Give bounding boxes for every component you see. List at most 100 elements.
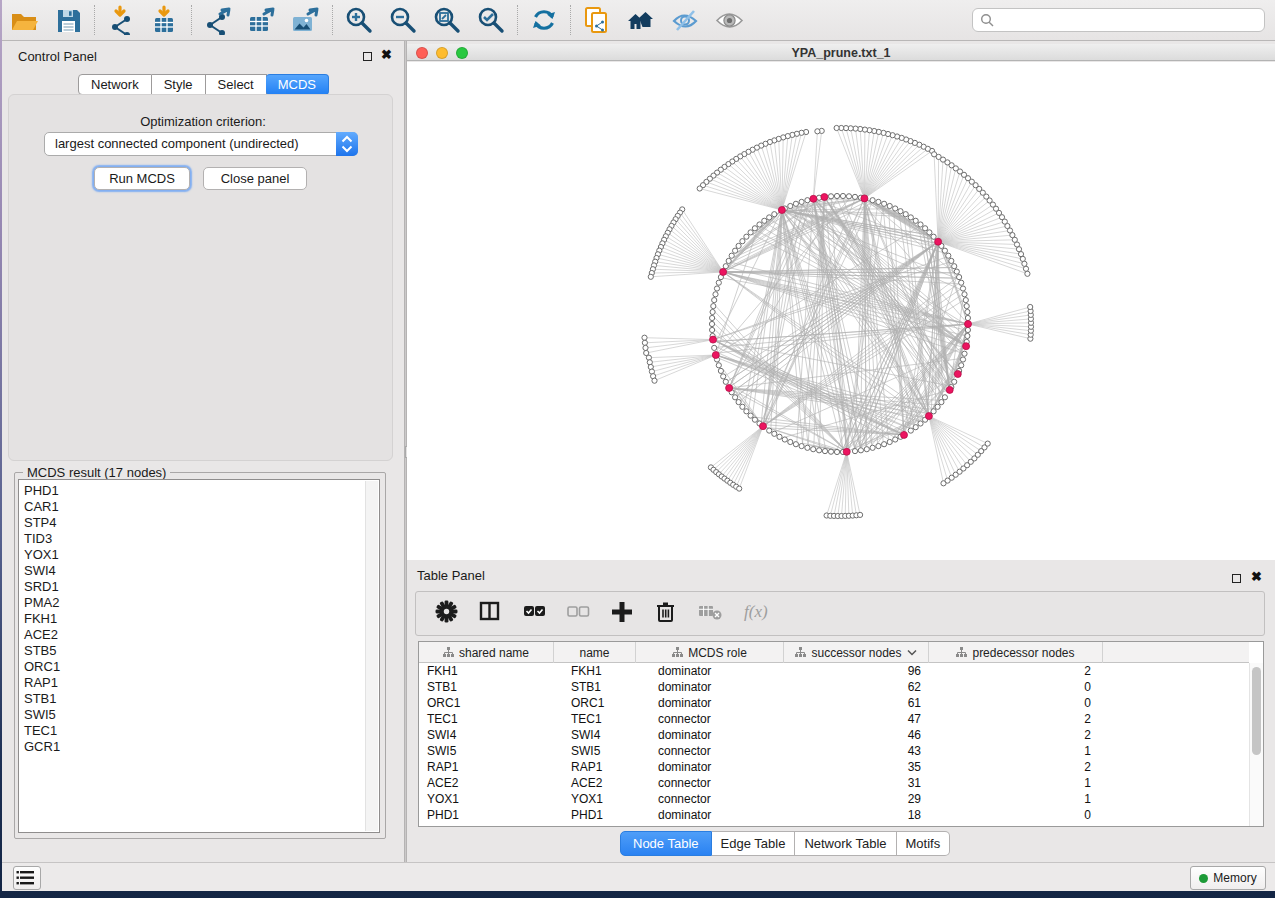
mcds-result-item[interactable]: GCR1: [24, 739, 379, 755]
criterion-dropdown[interactable]: largest connected component (undirected): [44, 132, 358, 156]
close-panel-button[interactable]: Close panel: [203, 167, 307, 190]
tab-node-table[interactable]: Node Table: [620, 831, 712, 856]
import-table-button[interactable]: [150, 5, 180, 35]
show-all-button[interactable]: [714, 5, 744, 35]
table-row[interactable]: SWI5SWI5connector431: [419, 743, 1249, 759]
settings-button[interactable]: [434, 600, 460, 628]
zoom-out-button[interactable]: [388, 5, 418, 35]
memory-button[interactable]: Memory: [1190, 866, 1266, 890]
mcds-result-item[interactable]: CAR1: [24, 499, 379, 515]
column-header-successor-nodes[interactable]: successor nodes: [784, 642, 929, 663]
mcds-list-scrollbar[interactable]: [365, 481, 378, 831]
table-row[interactable]: STB1STB1dominator620: [419, 679, 1249, 695]
mcds-result-item[interactable]: FKH1: [24, 611, 379, 627]
open-file-icon: [9, 5, 39, 35]
table-row[interactable]: ACE2ACE2connector311: [419, 775, 1249, 791]
mcds-result-item[interactable]: YOX1: [24, 547, 379, 563]
cell: 1: [929, 791, 1103, 807]
hide-selected-button[interactable]: [670, 5, 700, 35]
mcds-result-item[interactable]: PMA2: [24, 595, 379, 611]
close-table-panel-icon[interactable]: ✖: [1251, 569, 1262, 584]
mcds-result-item[interactable]: SRD1: [24, 579, 379, 595]
select-all-checkboxes-button[interactable]: [522, 600, 548, 628]
network-canvas[interactable]: [407, 62, 1275, 560]
save-session-button[interactable]: [53, 5, 83, 35]
tab-network[interactable]: Network: [78, 74, 152, 95]
import-network-button[interactable]: [106, 5, 136, 35]
cell: STB1: [554, 679, 636, 695]
cell: PHD1: [554, 807, 636, 823]
add-column-button[interactable]: [610, 600, 636, 628]
cell: STB1: [419, 679, 554, 695]
column-label: name: [579, 646, 609, 660]
mcds-result-item[interactable]: STB1: [24, 691, 379, 707]
column-header-name[interactable]: name: [554, 642, 636, 663]
mcds-result-item[interactable]: TEC1: [24, 723, 379, 739]
mcds-result-item[interactable]: STP4: [24, 515, 379, 531]
column-layout-button[interactable]: [478, 600, 504, 628]
column-label: MCDS role: [688, 646, 747, 660]
float-table-panel-icon[interactable]: [1232, 574, 1241, 583]
mcds-result-item[interactable]: TID3: [24, 531, 379, 547]
mcds-result-item[interactable]: ORC1: [24, 659, 379, 675]
tab-edge-table[interactable]: Edge Table: [712, 831, 796, 856]
first-neighbors-button[interactable]: [626, 5, 656, 35]
cell: 62: [784, 679, 929, 695]
mcds-result-item[interactable]: ACE2: [24, 627, 379, 643]
delete-column-button[interactable]: [654, 600, 680, 628]
function-builder-button: f(x): [742, 600, 768, 628]
table-row[interactable]: SWI4SWI4dominator462: [419, 727, 1249, 743]
zoom-selected-icon: [476, 5, 506, 35]
mcds-result-item[interactable]: PHD1: [24, 483, 379, 499]
tab-motifs[interactable]: Motifs: [897, 831, 951, 856]
table-row[interactable]: ORC1ORC1dominator610: [419, 695, 1249, 711]
cell: 2: [929, 759, 1103, 775]
copy-network-button[interactable]: [582, 5, 612, 35]
memory-status-icon: [1199, 874, 1208, 883]
export-table-button[interactable]: [247, 5, 277, 35]
cell: SWI4: [554, 727, 636, 743]
mcds-result-list[interactable]: PHD1CAR1STP4TID3YOX1SWI4SRD1PMA2FKH1ACE2…: [18, 479, 380, 833]
table-row[interactable]: PHD1PHD1dominator180: [419, 807, 1249, 823]
float-panel-icon[interactable]: [363, 52, 372, 61]
search-field[interactable]: [972, 8, 1265, 32]
cell: connector: [636, 743, 784, 759]
table-row[interactable]: RAP1RAP1dominator352: [419, 759, 1249, 775]
export-image-button[interactable]: [291, 5, 321, 35]
mcds-result-item[interactable]: SWI4: [24, 563, 379, 579]
column-header-MCDS-role[interactable]: MCDS role: [636, 642, 784, 663]
run-mcds-button[interactable]: Run MCDS: [94, 167, 190, 190]
tab-mcds[interactable]: MCDS: [266, 74, 329, 95]
refresh-button[interactable]: [529, 5, 559, 35]
status-bar: Memory: [2, 862, 1275, 891]
table-row[interactable]: YOX1YOX1connector291: [419, 791, 1249, 807]
network-window-titlebar[interactable]: YPA_prune.txt_1: [407, 44, 1275, 61]
zoom-in-button[interactable]: [344, 5, 374, 35]
task-history-button[interactable]: [13, 866, 41, 890]
deselect-all-checkboxes-button[interactable]: [566, 600, 592, 628]
list-icon: [14, 867, 40, 889]
tab-style[interactable]: Style: [152, 74, 206, 95]
close-panel-icon[interactable]: ✖: [381, 47, 392, 62]
cell: dominator: [636, 759, 784, 775]
zoom-fit-button[interactable]: [432, 5, 462, 35]
export-network-button[interactable]: [203, 5, 233, 35]
table-row[interactable]: FKH1FKH1dominator962: [419, 663, 1249, 679]
cell: SWI5: [554, 743, 636, 759]
memory-label: Memory: [1213, 871, 1256, 885]
zoom-selected-button[interactable]: [476, 5, 506, 35]
mcds-result-item[interactable]: STB5: [24, 643, 379, 659]
tab-network-table[interactable]: Network Table: [795, 831, 896, 856]
cell: RAP1: [554, 759, 636, 775]
column-header-predecessor-nodes[interactable]: predecessor nodes: [929, 642, 1103, 663]
table-row[interactable]: TEC1TEC1connector472: [419, 711, 1249, 727]
cell: YOX1: [419, 791, 554, 807]
tab-select[interactable]: Select: [206, 74, 267, 95]
mcds-result-item[interactable]: SWI5: [24, 707, 379, 723]
column-header-shared-name[interactable]: shared name: [419, 642, 554, 663]
mcds-result-item[interactable]: RAP1: [24, 675, 379, 691]
optimization-criterion-label: Optimization criterion:: [2, 114, 404, 129]
open-file-button[interactable]: [9, 5, 39, 35]
cell: 2: [929, 663, 1103, 679]
table-scrollbar[interactable]: [1249, 663, 1263, 826]
